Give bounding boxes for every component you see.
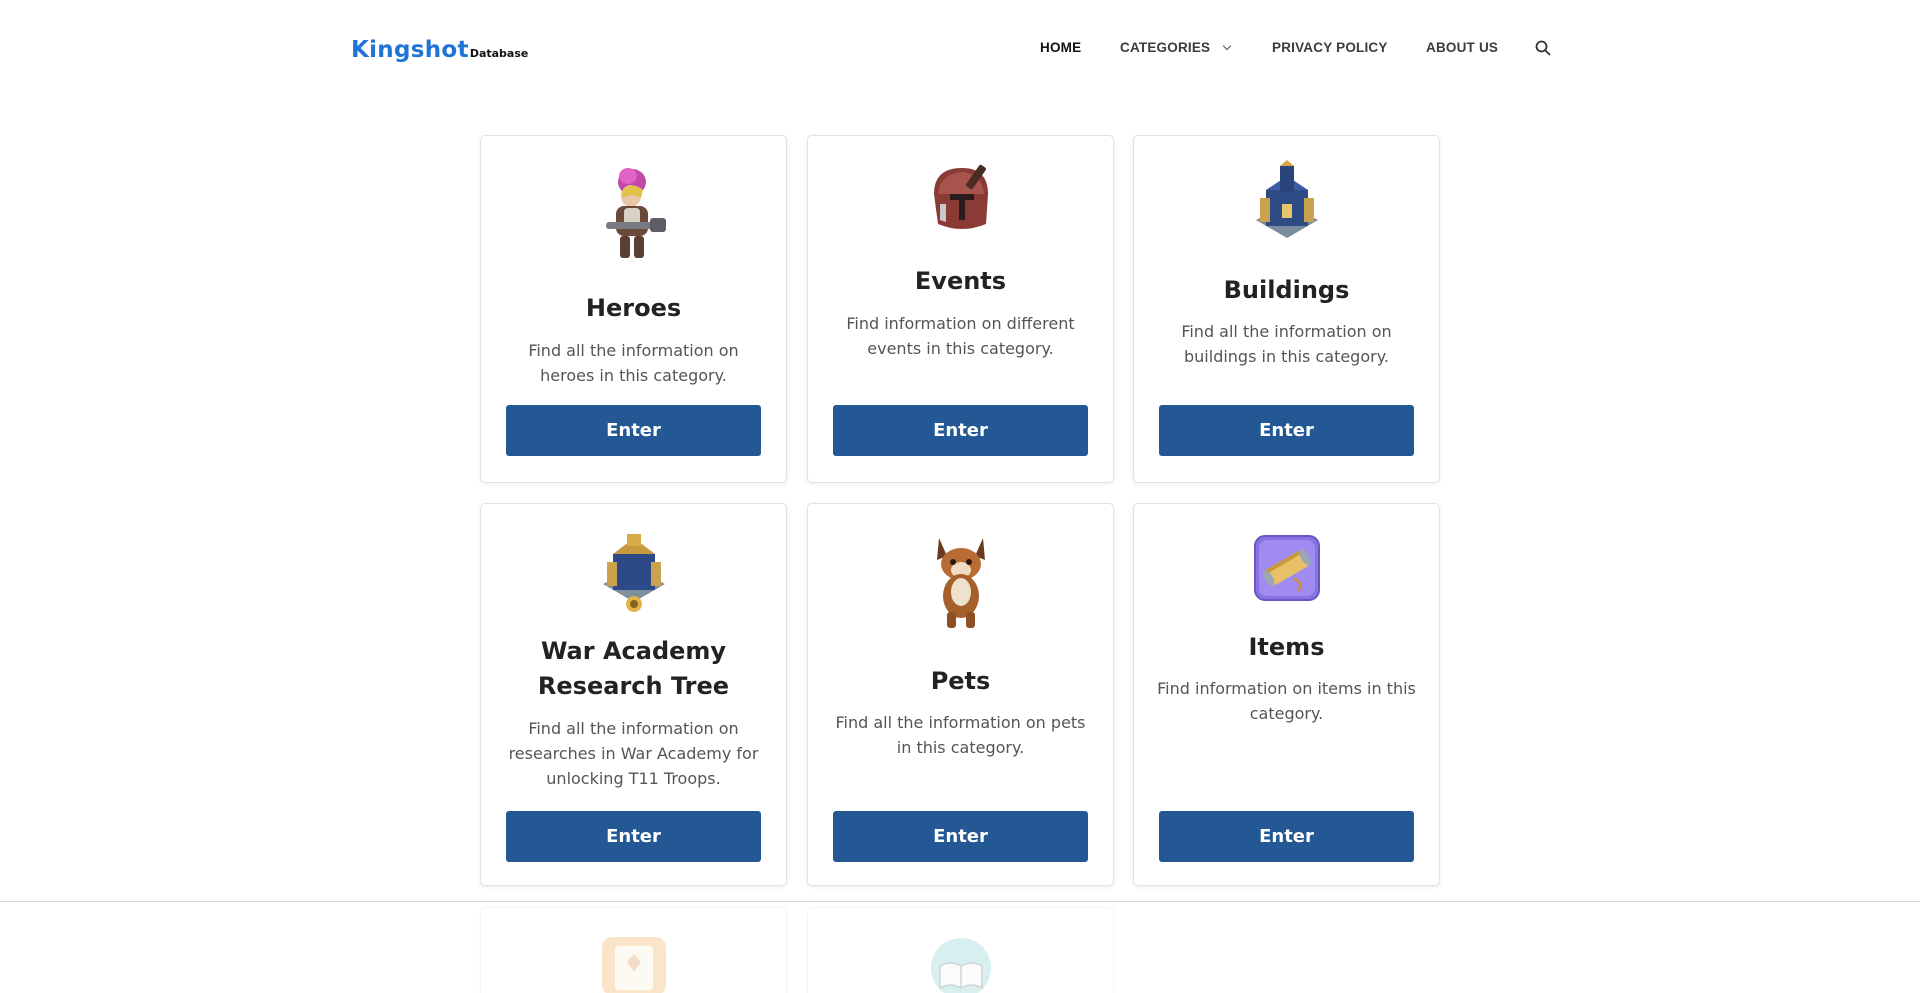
card-title: Items — [1248, 633, 1325, 661]
page-divider — [0, 901, 1920, 902]
card-title: War Academy Research Tree — [537, 637, 730, 700]
card-description: Find all the information on researches i… — [508, 719, 759, 788]
site-header: Kingshot Database HOME CATEGORIES PRIVAC… — [0, 0, 1920, 98]
enter-button-buildings[interactable]: Enter — [1159, 405, 1414, 456]
castle-icon — [1255, 160, 1318, 238]
map-scroll-icon — [601, 937, 666, 993]
nav-home[interactable]: HOME — [1040, 40, 1081, 55]
logo-main-text: Kingshot — [351, 37, 469, 63]
card-title: Buildings — [1223, 276, 1350, 304]
logo-sub-text: Database — [469, 47, 529, 60]
enter-button-pets[interactable]: Enter — [833, 811, 1088, 862]
search-icon[interactable] — [1534, 39, 1552, 57]
category-card-heroes: Heroes Find all the information on heroe… — [480, 135, 787, 483]
category-card-events: Events Find information on different eve… — [807, 135, 1114, 483]
nav-about-us[interactable]: ABOUT US — [1426, 40, 1498, 55]
nav-categories-label: CATEGORIES — [1120, 40, 1211, 55]
card-description: Find all the information on buildings in… — [1181, 322, 1392, 366]
site-logo[interactable]: Kingshot Database — [351, 37, 528, 63]
nav-privacy-policy[interactable]: PRIVACY POLICY — [1272, 40, 1388, 55]
card-title: Pets — [930, 667, 991, 695]
card-description: Find information on items in this catego… — [1157, 679, 1416, 723]
category-card-partial-1 — [480, 907, 787, 993]
scroll-item-icon — [1253, 535, 1320, 601]
nav-categories[interactable]: CATEGORIES — [1120, 40, 1232, 55]
category-card-partial-2 — [807, 907, 1114, 993]
card-description: Find all the information on pets in this… — [835, 713, 1086, 757]
hero-portrait-icon — [605, 168, 666, 258]
lynx-pet-icon — [936, 538, 985, 628]
category-card-pets: Pets Find all the information on pets in… — [807, 503, 1114, 886]
category-card-buildings: Buildings Find all the information on bu… — [1133, 135, 1440, 483]
war-academy-icon — [602, 534, 665, 612]
card-title: Heroes — [585, 294, 682, 322]
helmet-icon — [933, 164, 988, 229]
category-card-items: Items Find information on items in this … — [1133, 503, 1440, 886]
enter-button-heroes[interactable]: Enter — [506, 405, 761, 456]
enter-button-war-academy[interactable]: Enter — [506, 811, 761, 862]
card-description: Find information on different events in … — [846, 314, 1075, 358]
card-title: Events — [914, 267, 1007, 295]
category-card-war-academy: War Academy Research Tree Find all the i… — [480, 503, 787, 886]
chevron-down-icon — [1223, 41, 1232, 50]
enter-button-events[interactable]: Enter — [833, 405, 1088, 456]
enter-button-items[interactable]: Enter — [1159, 811, 1414, 862]
book-icon — [930, 938, 991, 993]
card-description: Find all the information on heroes in th… — [528, 341, 739, 385]
